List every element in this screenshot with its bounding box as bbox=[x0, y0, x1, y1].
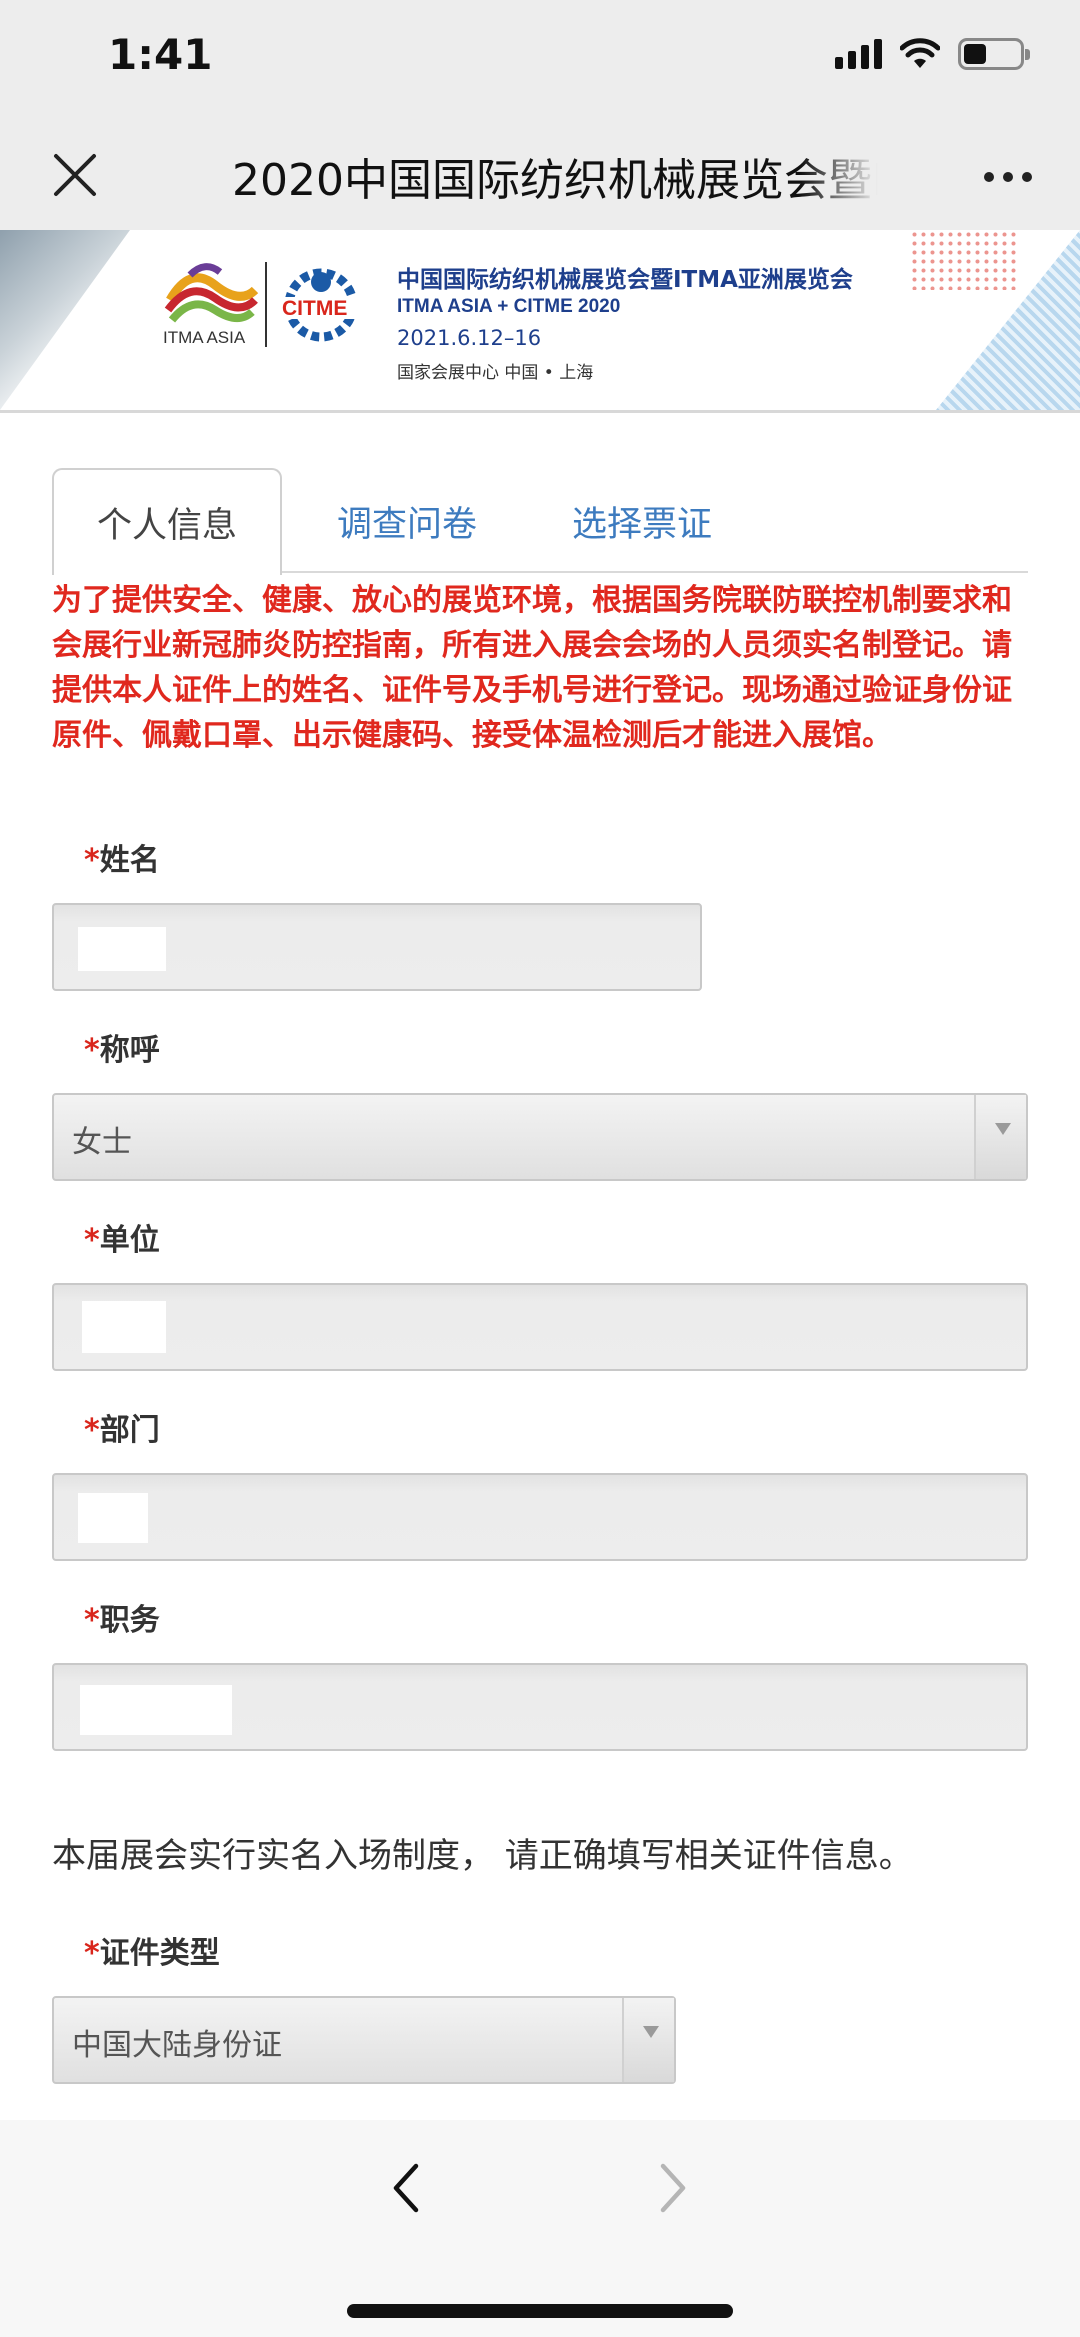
tab-survey[interactable]: 调查问卷 bbox=[292, 468, 522, 575]
name-field[interactable] bbox=[52, 903, 702, 991]
status-time: 1:41 bbox=[108, 30, 213, 79]
citme-logo-label: CITME bbox=[282, 297, 348, 320]
wifi-icon bbox=[900, 38, 940, 68]
redacted-value bbox=[82, 1301, 166, 1353]
more-icon[interactable] bbox=[984, 172, 1032, 182]
logo-divider bbox=[265, 262, 267, 347]
banner-decoration-dots bbox=[910, 230, 1020, 290]
banner-decoration-left bbox=[0, 230, 130, 410]
department-field[interactable] bbox=[52, 1473, 1028, 1561]
status-bar: 1:41 bbox=[0, 0, 1080, 120]
department-label: *部门 bbox=[84, 1413, 160, 1448]
home-indicator bbox=[347, 2304, 733, 2318]
itma-logo-label: ITMA ASIA bbox=[163, 328, 246, 347]
salutation-value: 女士 bbox=[72, 1125, 132, 1160]
id-type-label: *证件类型 bbox=[84, 1936, 220, 1971]
id-type-value: 中国大陆身份证 bbox=[72, 2028, 282, 2063]
battery-icon bbox=[958, 38, 1030, 70]
chevron-down-icon[interactable] bbox=[622, 1998, 674, 2082]
redacted-value bbox=[80, 1685, 232, 1735]
salutation-label: *称呼 bbox=[84, 1033, 160, 1068]
event-banner: ITMA ASIA CITME 中国国际纺织机械展览会暨ITMA亚洲展览会 IT… bbox=[0, 230, 1080, 410]
redacted-value bbox=[78, 1493, 148, 1543]
name-label: *姓名 bbox=[84, 843, 160, 878]
tab-personal-info[interactable]: 个人信息 bbox=[52, 468, 282, 575]
position-label: *职务 bbox=[84, 1603, 160, 1638]
banner-title-en: ITMA ASIA + CITME 2020 bbox=[397, 296, 621, 317]
registration-form: 个人信息 调查问卷 选择票证 为了提供安全、健康、放心的展览环境，根据国务院联防… bbox=[0, 410, 1080, 2120]
chevron-down-icon[interactable] bbox=[974, 1095, 1026, 1179]
close-icon[interactable] bbox=[48, 148, 102, 202]
id-type-select[interactable]: 中国大陆身份证 bbox=[52, 1996, 676, 2084]
chevron-right-icon[interactable] bbox=[655, 2158, 691, 2218]
tab-select-ticket[interactable]: 选择票证 bbox=[527, 468, 757, 575]
banner-venue: 国家会展中心 中国 • 上海 bbox=[397, 363, 594, 383]
signal-icon bbox=[835, 39, 882, 69]
tab-bar: 个人信息 调查问卷 选择票证 bbox=[52, 468, 1028, 575]
nav-bar: 2020中国国际纺织机械展览会暨ITMA亚洲展览会 bbox=[0, 120, 1080, 230]
notice-text: 为了提供安全、健康、放心的展览环境，根据国务院联防联控机制要求和会展行业新冠肺炎… bbox=[52, 583, 1012, 753]
company-label: *单位 bbox=[84, 1223, 160, 1258]
salutation-select[interactable]: 女士 bbox=[52, 1093, 1028, 1181]
company-field[interactable] bbox=[52, 1283, 1028, 1371]
banner-date: 2021.6.12–16 bbox=[397, 326, 542, 350]
redacted-value bbox=[78, 927, 166, 971]
banner-title-cn: 中国国际纺织机械展览会暨ITMA亚洲展览会 bbox=[397, 267, 853, 293]
page-title: 2020中国国际纺织机械展览会暨ITMA亚洲展览会 bbox=[232, 155, 878, 206]
position-field[interactable] bbox=[52, 1663, 1028, 1751]
itma-logo-icon bbox=[164, 263, 259, 323]
status-icons bbox=[835, 38, 1030, 70]
chevron-left-icon[interactable] bbox=[388, 2158, 424, 2218]
realname-note: 本届展会实行实名入场制度， 请正确填写相关证件信息。 bbox=[52, 1836, 913, 1876]
bottom-toolbar bbox=[0, 2120, 1080, 2337]
